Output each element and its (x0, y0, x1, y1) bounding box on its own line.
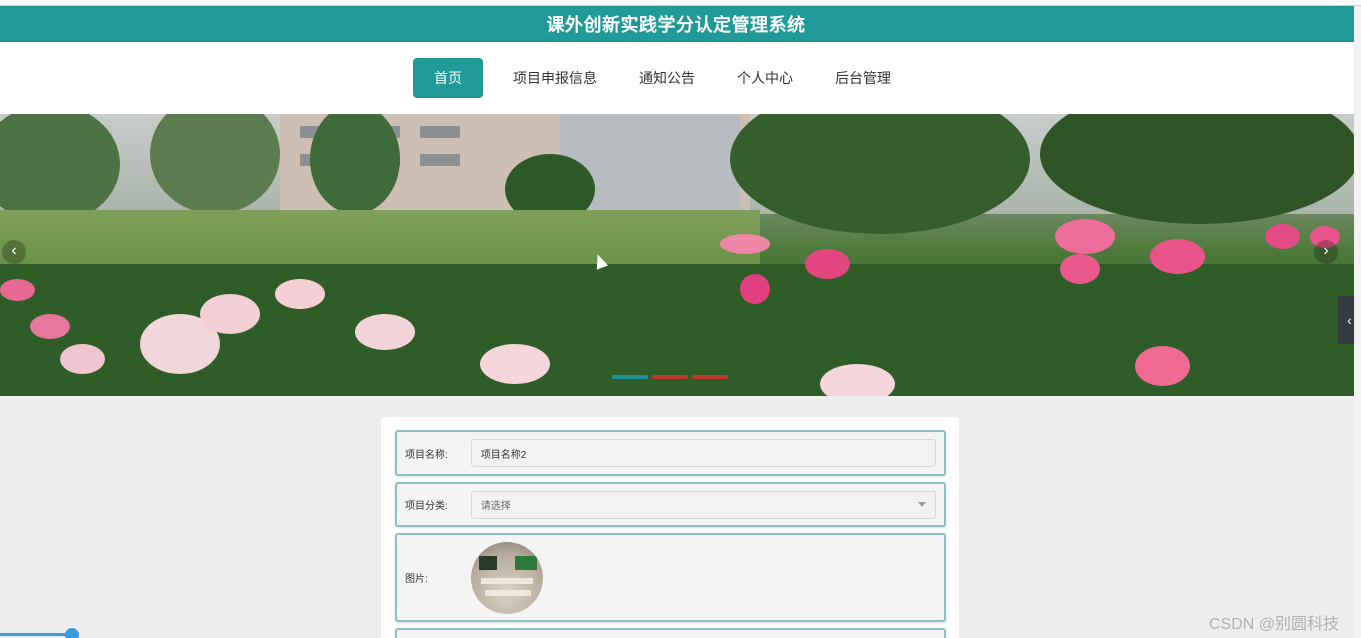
app-title: 课外创新实践学分认定管理系统 (546, 15, 806, 35)
progress-slider-handle[interactable] (65, 628, 79, 638)
nav-item-personal-center[interactable]: 个人中心 (719, 58, 811, 98)
project-category-label: 项目分类: (405, 501, 448, 512)
project-name-input[interactable]: 项目名称2 (470, 439, 936, 467)
banner-dot-3[interactable] (692, 375, 728, 379)
project-name-value: 项目名称2 (480, 449, 527, 461)
chevron-down-icon (918, 502, 926, 507)
chevron-left-icon: ‹ (11, 242, 17, 259)
project-name-label: 项目名称: (405, 449, 448, 461)
nav-item-admin[interactable]: 后台管理 (817, 58, 909, 98)
banner-pagination (612, 375, 728, 379)
project-image-thumbnail[interactable] (471, 541, 543, 614)
progress-slider-track[interactable] (0, 633, 72, 636)
chevron-right-icon: › (1323, 242, 1329, 259)
banner-prev-button[interactable]: ‹ (2, 240, 26, 264)
main-nav: 首页 项目申报信息 通知公告 个人中心 后台管理 (0, 42, 1354, 114)
banner-dot-2[interactable] (652, 375, 688, 379)
nav-items: 首页 项目申报信息 通知公告 个人中心 后台管理 (413, 58, 909, 98)
title-bar: 课外创新实践学分认定管理系统 (0, 6, 1354, 42)
nav-item-project-info[interactable]: 项目申报信息 (495, 58, 615, 98)
form-row-image: 图片: (395, 533, 946, 622)
nav-item-home[interactable]: 首页 (413, 58, 483, 98)
watermark: CSDN @别圆科技 (1209, 616, 1340, 633)
image-label: 图片: (405, 574, 428, 585)
form-row-project-name: 项目名称: 项目名称2 (395, 430, 946, 476)
project-category-select[interactable]: 请选择 (470, 490, 936, 519)
project-category-placeholder: 请选择 (480, 501, 511, 512)
chevron-left-icon: ‹ (1347, 312, 1352, 328)
banner-carousel[interactable]: ‹ › (0, 114, 1354, 396)
nav-item-notices[interactable]: 通知公告 (621, 58, 713, 98)
page-scrollbar[interactable] (1354, 6, 1361, 638)
form-row-next (395, 628, 946, 638)
form-row-project-category: 项目分类: 请选择 (395, 482, 946, 527)
banner-next-button[interactable]: › (1314, 240, 1338, 264)
project-form-card: 项目名称: 项目名称2 项目分类: 请选择 图片: (381, 417, 959, 638)
banner-dot-1[interactable] (612, 375, 648, 379)
